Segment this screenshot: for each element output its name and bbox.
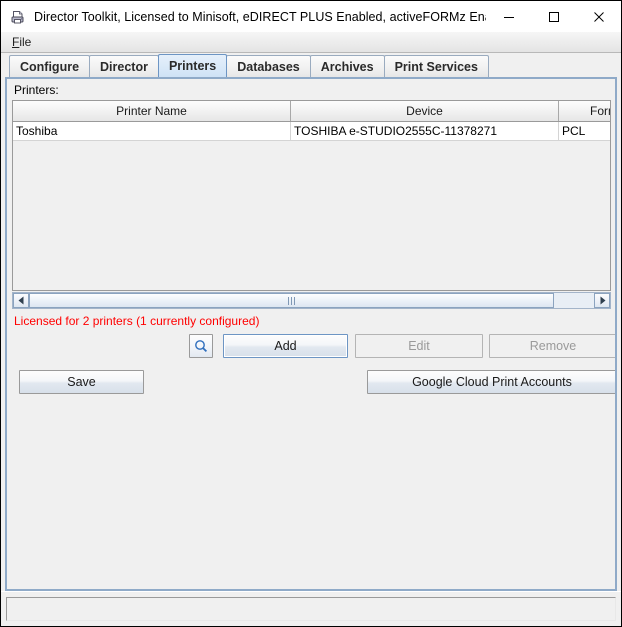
window-controls (486, 1, 621, 32)
printers-table: Printer Name Device Format Toshiba TOSHI… (12, 100, 611, 291)
triangle-left-icon (18, 296, 23, 305)
printer-document-icon (10, 9, 26, 25)
tab-print-services[interactable]: Print Services (383, 55, 489, 77)
table-body: Toshiba TOSHIBA e-STUDIO2555C-11378271 P… (13, 122, 610, 290)
printers-panel: Printers: Printer Name Device Format Tos… (5, 77, 617, 591)
tab-configure-label: Configure (20, 59, 80, 74)
save-button-label: Save (67, 375, 96, 389)
scrollbar-thumb[interactable] (29, 293, 555, 308)
title-bar: Director Toolkit, Licensed to Minisoft, … (1, 1, 621, 32)
column-header-printer-name[interactable]: Printer Name (13, 101, 291, 121)
add-printer-button[interactable]: Add (223, 334, 348, 358)
tab-archives-label: Archives (320, 59, 374, 74)
table-header-row: Printer Name Device Format (13, 101, 610, 122)
status-bar (6, 597, 616, 621)
save-button[interactable]: Save (19, 370, 144, 394)
cell-format: PCL (562, 124, 586, 138)
tab-director-label: Director (100, 59, 148, 74)
magnifier-icon (195, 340, 208, 353)
application-window: Director Toolkit, Licensed to Minisoft, … (0, 0, 622, 627)
grip-lines-icon (288, 296, 296, 305)
table-row[interactable]: Toshiba TOSHIBA e-STUDIO2555C-11378271 P… (13, 122, 610, 141)
panel-footer-row: Save Google Cloud Print Accounts (7, 370, 615, 400)
google-cloud-print-accounts-label: Google Cloud Print Accounts (412, 375, 572, 389)
table-horizontal-scrollbar[interactable] (12, 292, 611, 309)
tab-print-services-label: Print Services (394, 59, 478, 74)
window-title: Director Toolkit, Licensed to Minisoft, … (34, 9, 516, 24)
tab-databases-label: Databases (237, 59, 300, 74)
tab-configure[interactable]: Configure (9, 55, 91, 77)
remove-printer-button[interactable]: Remove (489, 334, 615, 358)
scroll-right-button[interactable] (594, 293, 610, 308)
close-icon (593, 11, 604, 22)
cell-device: TOSHIBA e-STUDIO2555C-11378271 (291, 122, 559, 140)
maximize-icon (548, 11, 559, 22)
scrollbar-track[interactable] (29, 293, 594, 308)
tab-databases[interactable]: Databases (226, 55, 311, 77)
printers-section-label: Printers: (14, 83, 59, 97)
column-header-format[interactable]: Format (559, 101, 610, 121)
edit-printer-button[interactable]: Edit (355, 334, 483, 358)
license-status-text: Licensed for 2 printers (1 currently con… (14, 314, 260, 328)
tab-printers[interactable]: Printers (157, 54, 228, 77)
add-button-label: Add (274, 339, 297, 353)
status-bar-container (1, 591, 621, 626)
tab-strip: Configure Director Printers Databases Ar… (1, 53, 621, 77)
close-button[interactable] (576, 1, 621, 32)
minimize-button[interactable] (486, 1, 531, 32)
menu-bar: File (1, 32, 621, 53)
column-header-device[interactable]: Device (291, 101, 559, 121)
tab-printers-label: Printers (168, 59, 217, 73)
tab-director[interactable]: Director (89, 55, 159, 77)
search-printers-button[interactable] (189, 334, 213, 358)
printer-actions-row: Add Edit Remove (7, 334, 615, 364)
remove-button-label: Remove (529, 339, 577, 353)
scroll-left-button[interactable] (13, 293, 29, 308)
tab-archives[interactable]: Archives (309, 55, 385, 77)
minimize-icon (503, 16, 514, 18)
cell-printer-name: Toshiba (13, 122, 291, 140)
google-cloud-print-accounts-button[interactable]: Google Cloud Print Accounts (367, 370, 615, 394)
triangle-right-icon (600, 296, 605, 305)
maximize-button[interactable] (531, 1, 576, 32)
edit-button-label: Edit (408, 339, 430, 353)
menu-item-file[interactable]: File (8, 34, 35, 50)
menu-file-rest: ile (19, 35, 32, 49)
